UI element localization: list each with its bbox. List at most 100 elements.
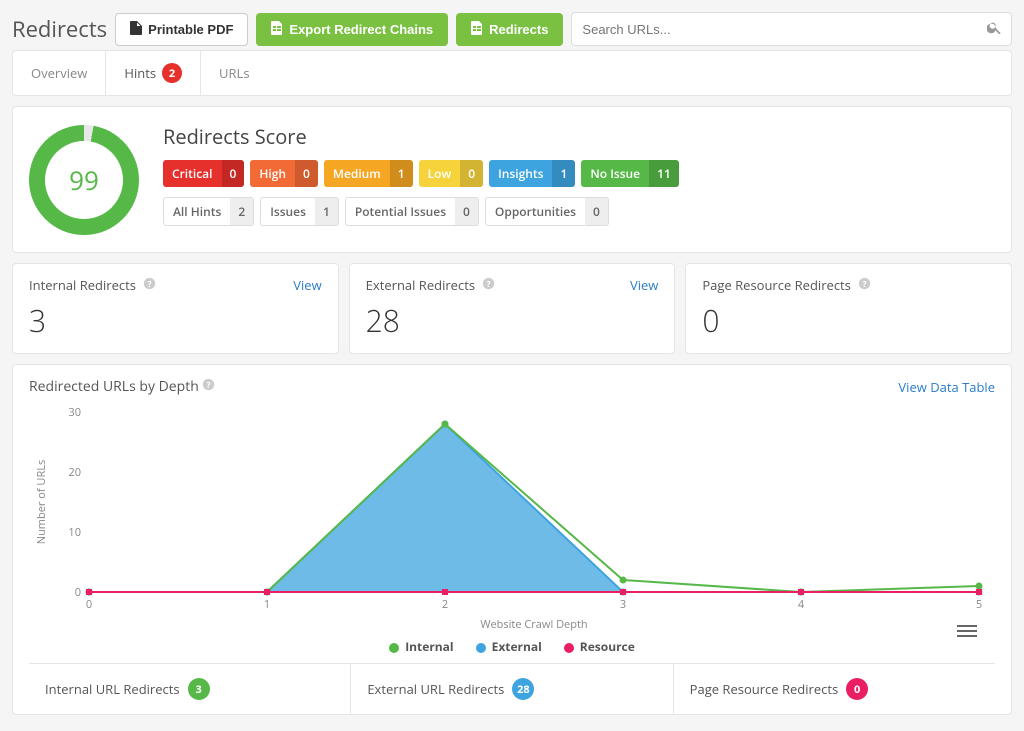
help-icon[interactable]: ? bbox=[202, 377, 215, 396]
search-box[interactable] bbox=[571, 12, 1012, 46]
stat-page-resource-redirects: Page Resource Redirects ? 0 bbox=[685, 263, 1012, 354]
chip-label: Low bbox=[419, 160, 461, 187]
tab-hints[interactable]: Hints 2 bbox=[106, 51, 201, 95]
svg-text:0: 0 bbox=[75, 585, 81, 600]
chip-count: 0 bbox=[455, 198, 478, 225]
footer-label: Page Resource Redirects bbox=[690, 680, 839, 698]
stat-value: 28 bbox=[366, 300, 659, 341]
chip-count: 0 bbox=[222, 160, 245, 187]
svg-text:3: 3 bbox=[620, 597, 626, 612]
chart-title: Redirected URLs by Depth bbox=[29, 377, 199, 396]
hints-count-badge: 2 bbox=[162, 63, 182, 83]
chip-label: Critical bbox=[163, 160, 222, 187]
svg-text:1: 1 bbox=[264, 597, 270, 612]
redirects-button[interactable]: Redirects bbox=[456, 13, 563, 46]
score-title: Redirects Score bbox=[163, 123, 995, 150]
chip-potential-issues[interactable]: Potential Issues0 bbox=[345, 197, 479, 226]
footer-external-redirects[interactable]: External URL Redirects 28 bbox=[351, 664, 673, 714]
view-link[interactable]: View bbox=[293, 276, 321, 294]
footer-count-badge: 28 bbox=[512, 678, 534, 700]
legend-label: External bbox=[492, 638, 542, 655]
chip-label: Insights bbox=[489, 160, 552, 187]
score-donut: 99 bbox=[29, 125, 139, 235]
tabs: Overview Hints 2 URLs bbox=[12, 50, 1012, 96]
chip-opportunities[interactable]: Opportunities0 bbox=[485, 197, 609, 226]
help-icon[interactable]: ? bbox=[479, 276, 495, 294]
svg-text:?: ? bbox=[207, 380, 211, 391]
chart-footer-tabs: Internal URL Redirects 3 External URL Re… bbox=[29, 663, 995, 714]
chip-count: 0 bbox=[295, 160, 318, 187]
legend-label: Resource bbox=[580, 638, 635, 655]
view-link[interactable]: View bbox=[630, 276, 658, 294]
chip-label: No Issue bbox=[581, 160, 649, 187]
footer-count-badge: 0 bbox=[846, 678, 868, 700]
chip-all-hints[interactable]: All Hints2 bbox=[163, 197, 254, 226]
chip-label: Issues bbox=[261, 198, 315, 225]
redirects-depth-chart: 0102030012345Website Crawl DepthNumber o… bbox=[29, 402, 999, 632]
svg-text:?: ? bbox=[148, 279, 152, 290]
stat-label: Internal Redirects bbox=[29, 276, 136, 294]
footer-internal-redirects[interactable]: Internal URL Redirects 3 bbox=[29, 664, 351, 714]
export-chains-label: Export Redirect Chains bbox=[289, 22, 433, 37]
chip-no-issue[interactable]: No Issue11 bbox=[581, 160, 678, 187]
svg-text:2: 2 bbox=[442, 597, 448, 612]
chip-label: Opportunities bbox=[486, 198, 585, 225]
tab-overview-label: Overview bbox=[31, 64, 87, 82]
stat-label: Page Resource Redirects bbox=[702, 276, 851, 294]
svg-text:20: 20 bbox=[68, 465, 81, 480]
stat-internal-redirects: Internal Redirects ? View 3 bbox=[12, 263, 339, 354]
svg-text:?: ? bbox=[487, 279, 491, 290]
printable-pdf-label: Printable PDF bbox=[148, 22, 233, 37]
spreadsheet-icon bbox=[271, 21, 283, 38]
svg-text:30: 30 bbox=[68, 405, 81, 420]
tab-hints-label: Hints bbox=[124, 64, 156, 82]
view-data-table-link[interactable]: View Data Table bbox=[898, 378, 995, 396]
score-panel: 99 Redirects Score Critical0 High0 Mediu… bbox=[12, 106, 1012, 253]
chip-insights[interactable]: Insights1 bbox=[489, 160, 575, 187]
stats-row: Internal Redirects ? View 3 External Red… bbox=[12, 263, 1012, 354]
chart-legend: Internal External Resource bbox=[29, 636, 995, 663]
filter-chips: All Hints2 Issues1 Potential Issues0 Opp… bbox=[163, 197, 995, 226]
tab-urls[interactable]: URLs bbox=[201, 51, 267, 95]
search-icon[interactable] bbox=[987, 20, 1001, 39]
export-chains-button[interactable]: Export Redirect Chains bbox=[256, 13, 448, 46]
footer-label: Internal URL Redirects bbox=[45, 680, 180, 698]
chip-label: Potential Issues bbox=[346, 198, 455, 225]
chart-panel: Redirected URLs by Depth ? View Data Tab… bbox=[12, 364, 1012, 715]
chip-count: 2 bbox=[230, 198, 253, 225]
search-input[interactable] bbox=[582, 22, 987, 37]
legend-internal[interactable]: Internal bbox=[389, 638, 453, 655]
chip-count: 0 bbox=[585, 198, 608, 225]
tab-urls-label: URLs bbox=[219, 64, 249, 82]
chip-label: All Hints bbox=[164, 198, 230, 225]
svg-text:4: 4 bbox=[798, 597, 805, 612]
printable-pdf-button[interactable]: Printable PDF bbox=[115, 13, 248, 46]
dot-icon bbox=[564, 643, 574, 653]
spreadsheet-icon bbox=[471, 21, 483, 38]
svg-text:10: 10 bbox=[68, 525, 81, 540]
legend-external[interactable]: External bbox=[476, 638, 542, 655]
svg-text:?: ? bbox=[863, 279, 867, 290]
svg-text:Website Crawl Depth: Website Crawl Depth bbox=[480, 617, 587, 632]
chip-count: 1 bbox=[315, 198, 338, 225]
severity-chips: Critical0 High0 Medium1 Low0 Insights1 N… bbox=[163, 160, 995, 187]
chip-issues[interactable]: Issues1 bbox=[260, 197, 339, 226]
help-icon[interactable]: ? bbox=[140, 276, 156, 294]
chart-menu-icon[interactable] bbox=[957, 625, 977, 637]
chip-low[interactable]: Low0 bbox=[419, 160, 484, 187]
redirects-label: Redirects bbox=[489, 22, 548, 37]
tab-overview[interactable]: Overview bbox=[13, 51, 106, 95]
chip-high[interactable]: High0 bbox=[250, 160, 318, 187]
legend-resource[interactable]: Resource bbox=[564, 638, 635, 655]
dot-icon bbox=[389, 643, 399, 653]
help-icon[interactable]: ? bbox=[855, 276, 871, 294]
footer-page-resource-redirects[interactable]: Page Resource Redirects 0 bbox=[674, 664, 995, 714]
chip-label: High bbox=[250, 160, 295, 187]
chip-critical[interactable]: Critical0 bbox=[163, 160, 244, 187]
chip-label: Medium bbox=[324, 160, 390, 187]
stat-external-redirects: External Redirects ? View 28 bbox=[349, 263, 676, 354]
chip-medium[interactable]: Medium1 bbox=[324, 160, 413, 187]
svg-text:5: 5 bbox=[976, 597, 982, 612]
svg-text:0: 0 bbox=[86, 597, 92, 612]
stat-value: 3 bbox=[29, 300, 322, 341]
